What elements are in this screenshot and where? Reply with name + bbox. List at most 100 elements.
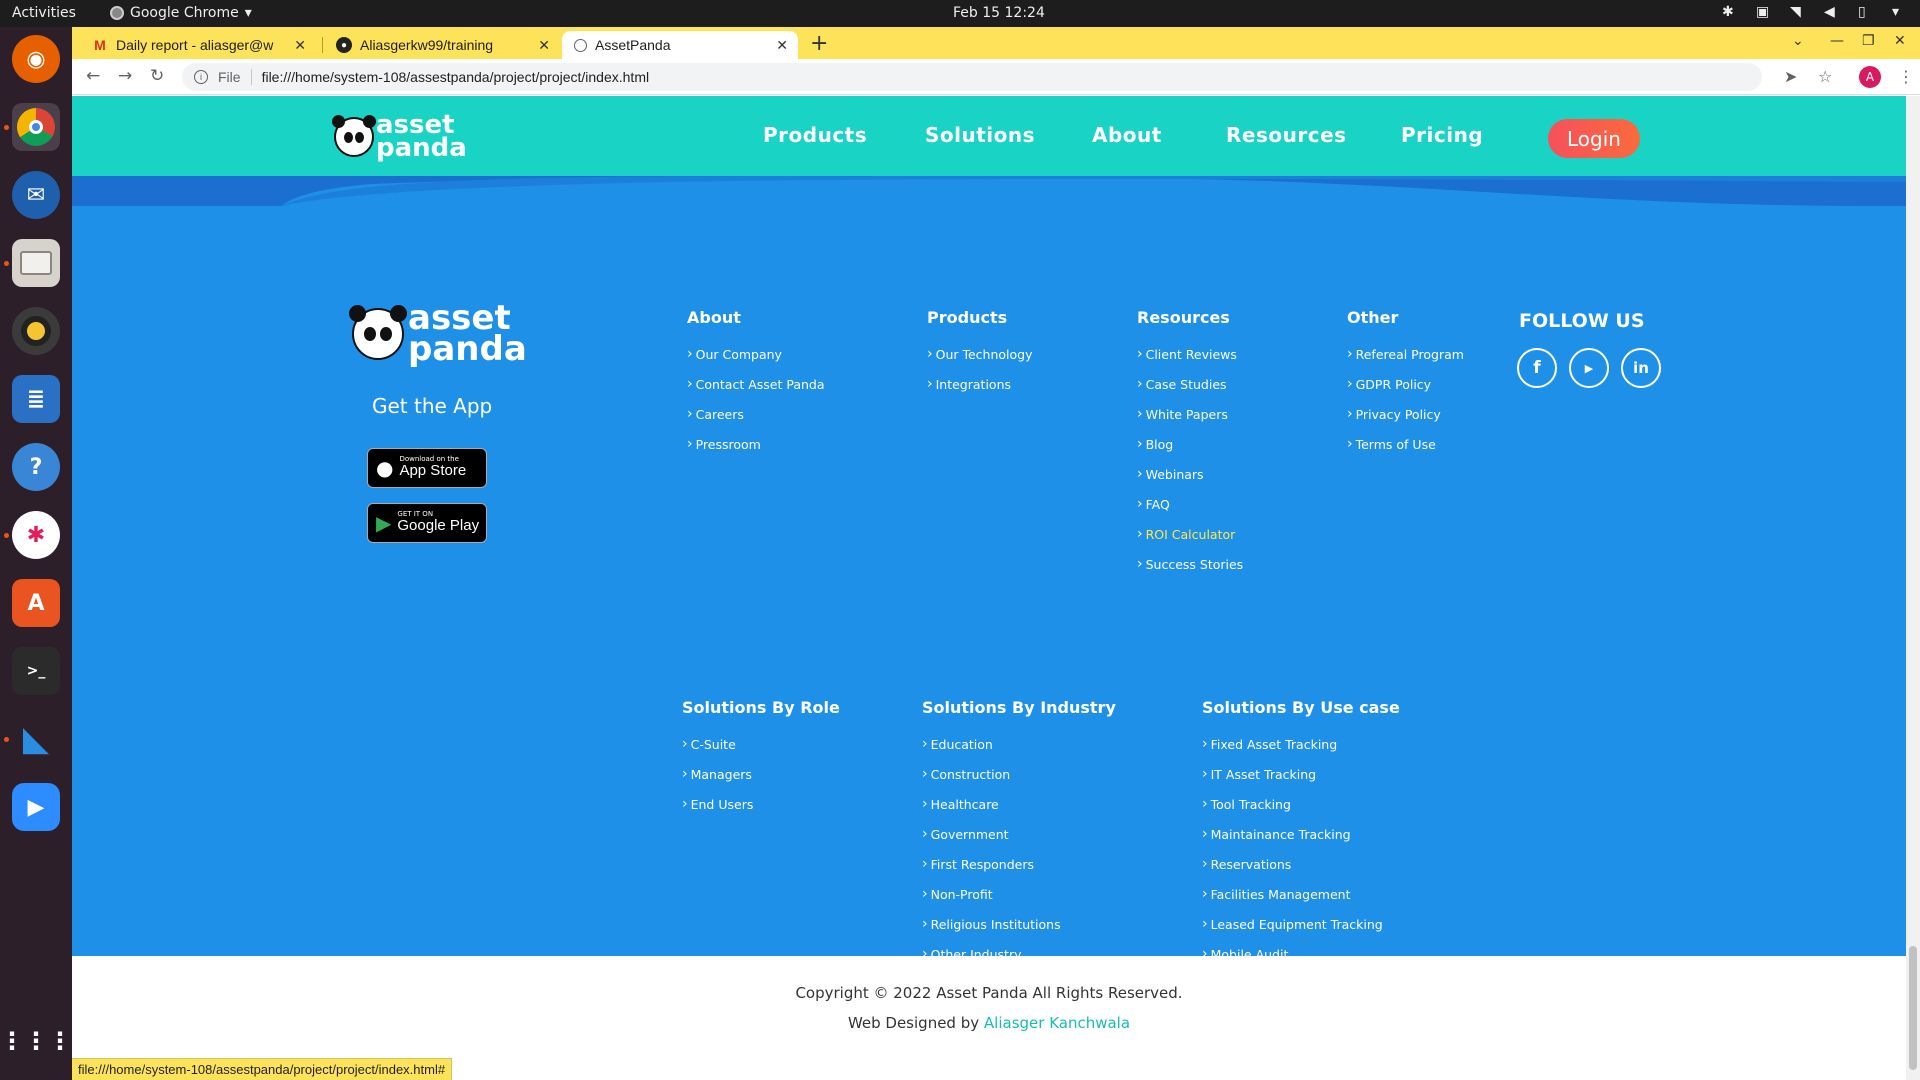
footer-link[interactable]: › Contact Asset Panda xyxy=(687,369,825,399)
footer-link[interactable]: › First Responders xyxy=(922,849,1116,879)
volume-icon[interactable]: ◀ xyxy=(1824,4,1840,20)
app-menu[interactable]: Google Chrome ▾ xyxy=(110,5,252,21)
firefox-icon[interactable]: ◉ xyxy=(12,35,60,83)
footer-link[interactable]: › Our Technology xyxy=(927,339,1033,369)
footer-link[interactable]: › IT Asset Tracking xyxy=(1202,759,1400,789)
footer-link[interactable]: › End Users xyxy=(682,789,840,819)
wifi-icon[interactable]: ◥ xyxy=(1790,4,1806,20)
slack-tray-icon[interactable]: ✱ xyxy=(1722,4,1738,20)
show-apps-icon[interactable]: ⋮⋮⋮ xyxy=(0,1017,72,1065)
footer-link[interactable]: › Refereal Program xyxy=(1347,339,1464,369)
footer-link[interactable]: › Leased Equipment Tracking xyxy=(1202,909,1400,939)
page-scrollbar[interactable] xyxy=(1906,96,1920,1080)
nav-about[interactable]: About xyxy=(1092,123,1162,147)
tab-gmail[interactable]: M Daily report - aliasger@w ✕ xyxy=(80,31,316,59)
footer-link[interactable]: › Managers xyxy=(682,759,840,789)
footer-link[interactable]: › Mobile Audit xyxy=(1202,939,1400,969)
profile-avatar[interactable]: A xyxy=(1859,66,1881,88)
footer-link[interactable]: › Government xyxy=(922,819,1116,849)
address-bar[interactable]: i File file:///home/system-108/assestpan… xyxy=(182,63,1762,91)
chrome-icon[interactable] xyxy=(12,103,60,151)
footer-link[interactable]: › Construction xyxy=(922,759,1116,789)
menu-kebab-icon[interactable]: ⋮ xyxy=(1898,67,1914,86)
linkedin-icon[interactable]: in xyxy=(1621,348,1661,388)
footer-link[interactable]: › Fixed Asset Tracking xyxy=(1202,729,1400,759)
minimize-button[interactable]: — xyxy=(1830,33,1844,49)
footer-link[interactable]: › Healthcare xyxy=(922,789,1116,819)
nav-solutions[interactable]: Solutions xyxy=(925,123,1035,147)
footer-link[interactable]: › Case Studies xyxy=(1137,369,1243,399)
footer-link[interactable]: › Client Reviews xyxy=(1137,339,1243,369)
battery-icon[interactable]: ▯ xyxy=(1858,4,1874,20)
login-button[interactable]: Login xyxy=(1548,119,1640,158)
zoom-icon[interactable]: ▶ xyxy=(12,783,60,831)
footer-link[interactable]: › Pressroom xyxy=(687,429,825,459)
app-store-badge[interactable]: ● Download on the App Store xyxy=(367,448,487,488)
site-logo[interactable]: asset panda xyxy=(332,112,467,162)
footer-link[interactable]: › Religious Institutions xyxy=(922,909,1116,939)
footer-link[interactable]: › Maintainance Tracking xyxy=(1202,819,1400,849)
footer-col-title: Solutions By Industry xyxy=(922,698,1116,717)
footer-link[interactable]: › Education xyxy=(922,729,1116,759)
footer-link[interactable]: › Tool Tracking xyxy=(1202,789,1400,819)
libreoffice-writer-icon[interactable]: ≣ xyxy=(12,375,60,423)
bookmark-star-icon[interactable]: ☆ xyxy=(1818,67,1832,86)
thunderbird-icon[interactable]: ✉ xyxy=(12,171,60,219)
scrollbar-thumb[interactable] xyxy=(1909,946,1917,1070)
back-button[interactable]: ← xyxy=(86,66,100,86)
vscode-icon[interactable]: ◣ xyxy=(12,715,60,763)
send-icon[interactable]: ➤ xyxy=(1784,67,1797,86)
footer-link[interactable]: › Other Industry xyxy=(922,939,1116,969)
footer-link[interactable]: › Our Company xyxy=(687,339,825,369)
credit-author-link[interactable]: Aliasger Kanchwala xyxy=(984,1014,1130,1032)
footer-link[interactable]: › White Papers xyxy=(1137,399,1243,429)
software-center-icon[interactable]: A xyxy=(12,579,60,627)
youtube-icon[interactable]: ▶ xyxy=(1569,348,1609,388)
url-text[interactable]: file:///home/system-108/assestpanda/proj… xyxy=(262,69,650,85)
new-tab-button[interactable]: + xyxy=(810,31,828,56)
tab-github[interactable]: ● Aliasgerkw99/training ✕ xyxy=(324,31,560,59)
files-icon[interactable] xyxy=(12,239,60,287)
close-icon[interactable]: ✕ xyxy=(294,37,306,54)
reload-button[interactable]: ↻ xyxy=(150,66,164,86)
nav-resources[interactable]: Resources xyxy=(1226,123,1347,147)
footer-link[interactable]: › Blog xyxy=(1137,429,1243,459)
tab-assetpanda[interactable]: AssetPanda ✕ xyxy=(562,31,798,59)
footer-link[interactable]: › Facilities Management xyxy=(1202,879,1400,909)
help-icon[interactable]: ? xyxy=(12,443,60,491)
footer-link[interactable]: › FAQ xyxy=(1137,489,1243,519)
close-icon[interactable]: ✕ xyxy=(538,37,550,54)
system-tray[interactable]: ✱ ▣ ◥ ◀ ▯ ▾ xyxy=(1722,4,1908,20)
facebook-icon[interactable]: f xyxy=(1517,348,1557,388)
close-window-button[interactable]: ✕ xyxy=(1894,33,1906,49)
footer-link[interactable]: › Privacy Policy xyxy=(1347,399,1464,429)
chevron-down-icon[interactable]: ▾ xyxy=(1892,4,1908,20)
footer-link[interactable]: › Non-Profit xyxy=(922,879,1116,909)
footer-link[interactable]: › Success Stories xyxy=(1137,549,1243,579)
zoom-tray-icon[interactable]: ▣ xyxy=(1756,4,1772,20)
footer-link[interactable]: › Careers xyxy=(687,399,825,429)
footer-link[interactable]: › Reservations xyxy=(1202,849,1400,879)
slack-icon[interactable]: ✱ xyxy=(12,511,60,559)
rhythmbox-icon[interactable] xyxy=(12,307,60,355)
footer-link[interactable]: › Webinars xyxy=(1137,459,1243,489)
footer-link-roi-calculator[interactable]: › ROI Calculator xyxy=(1137,519,1243,549)
footer-link[interactable]: › C-Suite xyxy=(682,729,840,759)
tab-search-icon[interactable]: ⌄ xyxy=(1792,33,1804,49)
google-play-badge[interactable]: ▶ GET IT ON Google Play xyxy=(367,503,487,543)
close-icon[interactable]: ✕ xyxy=(776,37,788,54)
footer-link[interactable]: › Terms of Use xyxy=(1347,429,1464,459)
footer-link[interactable]: › Integrations xyxy=(927,369,1033,399)
terminal-icon[interactable]: >_ xyxy=(12,647,60,695)
clock[interactable]: Feb 15 12:24 xyxy=(953,5,1045,21)
info-icon[interactable]: i xyxy=(194,70,208,84)
footer-logo[interactable]: asset panda xyxy=(349,301,527,365)
forward-button[interactable]: → xyxy=(118,66,132,86)
nav-products[interactable]: Products xyxy=(763,123,867,147)
activities-button[interactable]: Activities xyxy=(12,5,76,21)
restore-button[interactable]: ❐ xyxy=(1862,33,1875,49)
nav-pricing[interactable]: Pricing xyxy=(1401,123,1483,147)
chevron-right-icon: › xyxy=(1137,376,1143,392)
tab-label: AssetPanda xyxy=(595,37,671,53)
footer-link[interactable]: › GDPR Policy xyxy=(1347,369,1464,399)
